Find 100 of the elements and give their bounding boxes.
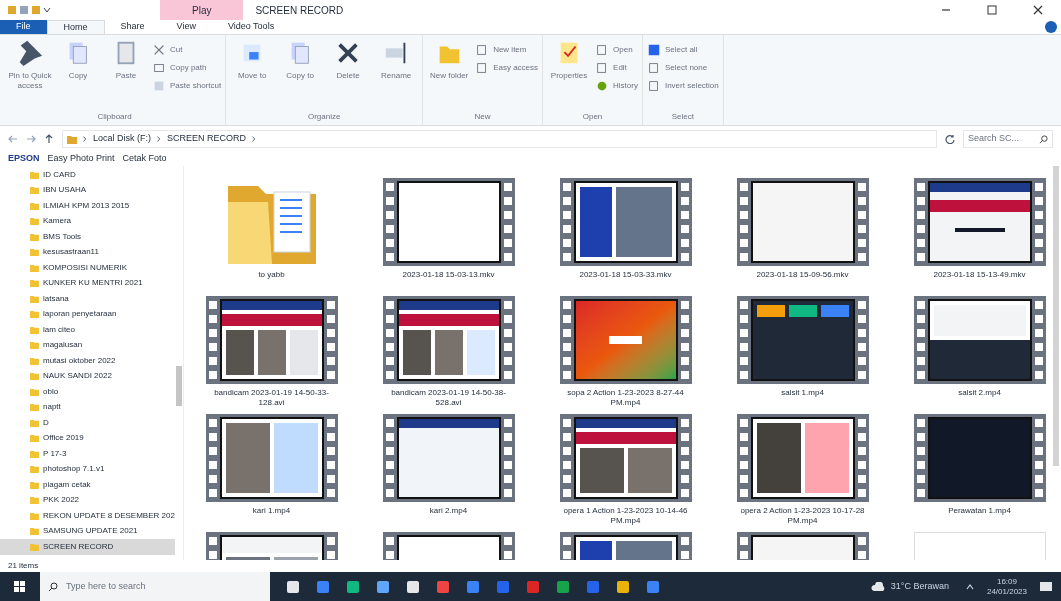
- taskbar-app-icon[interactable]: [616, 579, 630, 594]
- nav-item[interactable]: naptt: [0, 399, 175, 415]
- nav-item[interactable]: IBN USAHA: [0, 182, 175, 198]
- nav-item[interactable]: mutasi oktober 2022: [0, 353, 175, 369]
- nav-item[interactable]: oblo: [0, 384, 175, 400]
- file-name[interactable]: sopa 2 Action 1-23-2023 8-27-44 PM.mp4: [555, 388, 696, 408]
- ribbon-tab[interactable]: File: [0, 20, 47, 34]
- ribbon-button[interactable]: Select all: [646, 43, 719, 57]
- search-field[interactable]: Search SC...: [963, 130, 1053, 148]
- nav-item[interactable]: Kamera: [0, 213, 175, 229]
- ribbon-button[interactable]: Delete: [326, 39, 371, 111]
- nav-item[interactable]: D: [0, 415, 175, 431]
- address-field[interactable]: Local Disk (F:) SCREEN RECORD: [62, 130, 937, 148]
- chevron-icon: [81, 135, 89, 143]
- notification-icon[interactable]: [1039, 580, 1053, 593]
- ribbon-button[interactable]: Copy: [56, 39, 100, 111]
- folder-icon: [67, 134, 77, 144]
- up-button[interactable]: [44, 134, 54, 144]
- ribbon-button[interactable]: Properties: [547, 39, 592, 111]
- ribbon-tab[interactable]: Home: [46, 20, 105, 34]
- refresh-button[interactable]: [945, 134, 955, 144]
- file-name[interactable]: salsit 2.mp4: [909, 388, 1050, 398]
- chevron-icon: [155, 135, 163, 143]
- file-name[interactable]: kari 2.mp4: [378, 506, 519, 516]
- toolbar-button[interactable]: Easy Photo Print: [47, 152, 115, 166]
- file-name[interactable]: 2023-01-18 15-03-13.mkv: [378, 270, 519, 280]
- file-name[interactable]: kari 1.mp4: [201, 506, 342, 516]
- close-icon: [1033, 5, 1043, 15]
- ribbon-button[interactable]: Copy to: [278, 39, 323, 111]
- taskbar-app-icon[interactable]: [286, 579, 300, 594]
- nav-item[interactable]: ILMIAH KPM 2013 2015: [0, 198, 175, 214]
- back-button[interactable]: [8, 134, 18, 144]
- nav-item[interactable]: piagam cetak: [0, 477, 175, 493]
- nav-item[interactable]: magalusan: [0, 337, 175, 353]
- ribbon-button[interactable]: Copy path: [152, 61, 222, 75]
- ribbon-tab[interactable]: View: [160, 20, 212, 34]
- search-icon: [48, 581, 58, 592]
- nav-item[interactable]: P 17-3: [0, 446, 175, 462]
- nav-item[interactable]: kesusastraan11: [0, 244, 175, 260]
- taskbar-app-icon[interactable]: [376, 579, 390, 594]
- ribbon-button[interactable]: Open: [595, 43, 638, 57]
- file-name[interactable]: bandicam 2023-01-19 14-50-38-528.avi: [378, 388, 519, 408]
- quick-access-icon[interactable]: [8, 4, 52, 16]
- ribbon-button[interactable]: Paste shortcut: [152, 79, 222, 93]
- forward-button[interactable]: [26, 134, 36, 144]
- nav-item[interactable]: Office 2019: [0, 430, 175, 446]
- status-text: 21 items: [8, 560, 39, 572]
- item-icon: [646, 61, 661, 75]
- group-label: Organize: [306, 111, 342, 123]
- nav-item[interactable]: latsana: [0, 291, 175, 307]
- taskbar-app-icon[interactable]: [406, 579, 420, 594]
- nav-item[interactable]: SCREEN RECORD: [0, 539, 175, 555]
- group-label: New: [473, 111, 492, 123]
- help-icon[interactable]: [1045, 21, 1057, 33]
- ribbon-button[interactable]: Invert selection: [646, 79, 719, 93]
- file-name[interactable]: 2023-01-18 15-03-33.mkv: [555, 270, 696, 280]
- contextual-tab-label: Play: [160, 0, 244, 20]
- cut-icon: [152, 43, 166, 57]
- nav-item[interactable]: ID CARD: [0, 167, 175, 183]
- ribbon-button[interactable]: Cut: [152, 43, 222, 57]
- forward-arrow-icon: [26, 134, 36, 144]
- nav-item[interactable]: REKON UPDATE 8 DESEMBER 202: [0, 508, 175, 524]
- nav-item[interactable]: lam citeo: [0, 322, 175, 338]
- taskbar-app-icon[interactable]: [346, 579, 360, 594]
- ribbon-tab[interactable]: Share: [104, 20, 161, 34]
- nav-item[interactable]: KOMPOSISI NUMERIK: [0, 260, 175, 276]
- nav-item[interactable]: KUNKER KU MENTRI 2021: [0, 275, 175, 291]
- clock-time: 16:09: [996, 576, 1017, 587]
- file-name[interactable]: to yabb: [201, 270, 342, 280]
- ribbon-button[interactable]: New folder: [427, 39, 472, 111]
- breadcrumb[interactable]: Local Disk (F:): [93, 132, 151, 146]
- nav-item[interactable]: laporan penyetaraan: [0, 306, 175, 322]
- ribbon-button[interactable]: History: [595, 79, 638, 93]
- file-name[interactable]: Perawatan 1.mp4: [909, 506, 1050, 516]
- ribbon-button[interactable]: Easy access: [475, 61, 539, 75]
- file-name[interactable]: salsit 1.mp4: [732, 388, 873, 398]
- taskbar-search-field[interactable]: Type here to search: [40, 572, 270, 601]
- file-name[interactable]: bandicam 2023-01-19 14-50-33-128.avi: [201, 388, 342, 408]
- ribbon-button[interactable]: Edit: [595, 61, 638, 75]
- nav-item[interactable]: NAUK SANDI 2022: [0, 368, 175, 384]
- toolbar-button[interactable]: Cetak Foto: [122, 152, 167, 166]
- file-name[interactable]: opera 1 Action 1-23-2023 10-14-46 PM.mp4: [555, 506, 696, 526]
- group-label: Clipboard: [96, 111, 133, 123]
- breadcrumb[interactable]: SCREEN RECORD: [167, 132, 247, 146]
- file-name[interactable]: 2023-01-18 15-13-49.mkv: [909, 270, 1050, 280]
- item-icon: [646, 79, 661, 93]
- nav-item[interactable]: PKK 2022: [0, 492, 175, 508]
- ribbon-button[interactable]: Pin to Quick access: [8, 39, 52, 111]
- ribbon-button[interactable]: Rename: [374, 39, 419, 111]
- back-arrow-icon: [8, 134, 18, 144]
- ribbon-button[interactable]: Paste: [104, 39, 148, 111]
- ribbon-button[interactable]: Select none: [646, 61, 719, 75]
- file-name[interactable]: opera 2 Action 1-23-2023 10-17-28 PM.mp4: [732, 506, 873, 526]
- file-name[interactable]: 2023-01-18 15-09-56.mkv: [732, 270, 873, 280]
- nav-item[interactable]: BMS Tools: [0, 229, 175, 245]
- ribbon-tab[interactable]: Video Tools: [211, 20, 291, 34]
- nav-item[interactable]: SAMSUNG UPDATE 2021: [0, 523, 175, 539]
- nav-item[interactable]: photoshop 7.1.v1: [0, 461, 175, 477]
- ribbon-button[interactable]: Move to: [230, 39, 275, 111]
- ribbon-button[interactable]: New item: [475, 43, 539, 57]
